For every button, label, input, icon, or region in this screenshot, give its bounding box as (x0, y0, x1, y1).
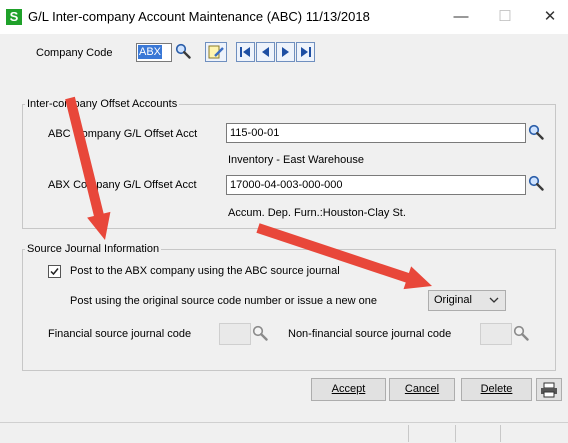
company-code-label: Company Code (36, 47, 113, 59)
source-journal-title: Source Journal Information (25, 243, 162, 255)
memo-button[interactable] (205, 42, 227, 62)
nonfinancial-code-field[interactable] (480, 323, 512, 345)
financial-code-label: Financial source journal code (48, 328, 192, 340)
window-title: G/L Inter-company Account Maintenance (A… (28, 9, 370, 24)
search-icon[interactable] (175, 43, 191, 59)
delete-label: Delete (480, 383, 513, 395)
status-cell (408, 425, 409, 442)
accept-button[interactable]: Accept (311, 378, 386, 401)
next-record-icon (282, 47, 289, 57)
app-icon: S (6, 9, 22, 25)
abc-offset-description: Inventory - East Warehouse (228, 154, 364, 166)
search-icon[interactable] (528, 124, 544, 140)
financial-code-field[interactable] (219, 323, 251, 345)
abx-offset-description: Accum. Dep. Furn.:Houston-Clay St. (228, 207, 406, 219)
search-icon[interactable] (513, 325, 529, 341)
maximize-button[interactable]: ☐ (490, 6, 520, 28)
company-code-value: ABX (138, 45, 163, 59)
previous-record-icon (262, 47, 269, 57)
chevron-down-icon (489, 297, 499, 303)
pencil-note-icon (208, 45, 224, 59)
post-using-value: Original (434, 294, 472, 306)
abx-offset-account-field[interactable]: 17000-04-003-000-000 (226, 175, 526, 195)
printer-icon (541, 382, 557, 398)
last-record-button[interactable] (296, 42, 315, 62)
search-icon[interactable] (528, 175, 544, 191)
abc-offset-account-field[interactable]: 115-00-01 (226, 123, 526, 143)
last-record-icon (301, 47, 311, 57)
search-icon[interactable] (252, 325, 268, 341)
post-to-company-checkbox[interactable] (48, 265, 61, 278)
check-icon (50, 268, 59, 276)
next-record-button[interactable] (276, 42, 295, 62)
minimize-button[interactable]: — (446, 6, 476, 28)
accept-label: Accept (331, 383, 366, 395)
delete-button[interactable]: Delete (461, 378, 532, 401)
post-to-company-label: Post to the ABX company using the ABC so… (70, 265, 340, 277)
status-cell (500, 425, 501, 442)
post-using-dropdown[interactable]: Original (428, 290, 506, 311)
previous-record-button[interactable] (256, 42, 275, 62)
print-button[interactable] (536, 378, 562, 401)
abx-offset-label: ABX Company G/L Offset Acct (48, 179, 197, 191)
offset-accounts-title: Inter-company Offset Accounts (25, 98, 180, 110)
abc-offset-label: ABC Company G/L Offset Acct (48, 128, 198, 140)
post-using-label: Post using the original source code numb… (70, 295, 377, 307)
close-button[interactable]: ✕ (535, 6, 565, 28)
status-bar (0, 422, 568, 443)
company-code-field[interactable]: ABX (136, 43, 172, 62)
first-record-button[interactable] (236, 42, 255, 62)
nonfinancial-code-label: Non-financial source journal code (288, 328, 452, 340)
cancel-button[interactable]: Cancel (389, 378, 455, 401)
cancel-label: Cancel (404, 383, 440, 395)
first-record-icon (240, 47, 250, 57)
status-cell (455, 425, 456, 442)
